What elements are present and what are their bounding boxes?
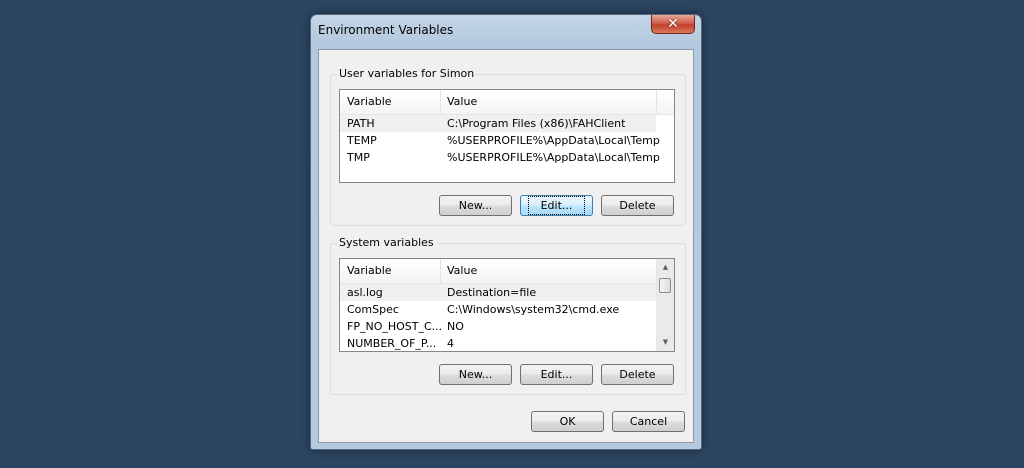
- cancel-button[interactable]: Cancel: [612, 411, 685, 432]
- column-header-variable[interactable]: Variable: [340, 90, 440, 114]
- table-row[interactable]: ComSpec C:\Windows\system32\cmd.exe: [340, 301, 674, 318]
- variable-cell: ComSpec: [347, 303, 399, 316]
- table-row[interactable]: TEMP %USERPROFILE%\AppData\Local\Temp: [340, 132, 674, 149]
- value-cell: Destination=file: [447, 286, 537, 299]
- system-new-button[interactable]: New...: [439, 364, 512, 385]
- user-variables-list[interactable]: Variable Value PATH C:\Program Files (x8…: [339, 89, 675, 183]
- user-delete-button[interactable]: Delete: [601, 195, 674, 216]
- variable-cell: TEMP: [347, 134, 377, 147]
- close-icon: ✕: [667, 16, 679, 32]
- system-delete-button[interactable]: Delete: [601, 364, 674, 385]
- button-label: Edit...: [527, 196, 586, 215]
- user-new-button[interactable]: New...: [439, 195, 512, 216]
- variable-cell: PATH: [347, 117, 375, 130]
- button-label: Edit...: [540, 368, 573, 381]
- user-variables-label: User variables for Simon: [337, 67, 477, 80]
- column-header-value[interactable]: Value: [440, 259, 656, 283]
- table-row[interactable]: TMP %USERPROFILE%\AppData\Local\Temp: [340, 149, 674, 166]
- system-variables-group: System variables Variable Value asl.log …: [330, 236, 686, 395]
- scroll-thumb[interactable]: [659, 278, 671, 293]
- value-cell: %USERPROFILE%\AppData\Local\Temp: [447, 151, 660, 164]
- value-cell: %USERPROFILE%\AppData\Local\Temp: [447, 134, 660, 147]
- value-cell: NO: [447, 320, 464, 333]
- window-title: Environment Variables: [318, 23, 454, 37]
- button-label: New...: [458, 368, 493, 381]
- button-label: OK: [559, 415, 576, 428]
- system-variables-list[interactable]: Variable Value asl.log Destination=file …: [339, 258, 675, 352]
- table-row[interactable]: PATH C:\Program Files (x86)\FAHClient: [340, 115, 656, 132]
- environment-variables-dialog: Environment Variables ✕ User variables f…: [310, 14, 702, 450]
- ok-button[interactable]: OK: [531, 411, 604, 432]
- button-label: Delete: [619, 368, 656, 381]
- column-separator: [656, 90, 657, 114]
- value-cell: 4: [447, 337, 454, 350]
- scroll-down-icon[interactable]: ▼: [657, 334, 674, 351]
- vertical-scrollbar[interactable]: ▲ ▼: [656, 259, 674, 351]
- user-edit-button[interactable]: Edit...: [520, 195, 593, 216]
- column-header-value[interactable]: Value: [440, 90, 656, 114]
- system-variables-label: System variables: [337, 236, 436, 249]
- value-cell: C:\Windows\system32\cmd.exe: [447, 303, 620, 316]
- user-variables-group: User variables for Simon Variable Value …: [330, 67, 686, 226]
- list-header: Variable Value: [340, 259, 658, 284]
- list-header: Variable Value: [340, 90, 674, 115]
- table-row[interactable]: asl.log Destination=file: [340, 284, 658, 301]
- variable-cell: NUMBER_OF_P...: [347, 337, 437, 350]
- table-row[interactable]: FP_NO_HOST_C... NO: [340, 318, 674, 335]
- column-header-variable[interactable]: Variable: [340, 259, 440, 283]
- button-label: New...: [458, 199, 493, 212]
- button-label: Delete: [619, 199, 656, 212]
- system-edit-button[interactable]: Edit...: [520, 364, 593, 385]
- dialog-body: User variables for Simon Variable Value …: [318, 49, 694, 443]
- variable-cell: FP_NO_HOST_C...: [347, 320, 443, 333]
- scroll-up-icon[interactable]: ▲: [657, 259, 674, 276]
- variable-cell: asl.log: [347, 286, 383, 299]
- table-row[interactable]: NUMBER_OF_P... 4: [340, 335, 674, 351]
- button-label: Cancel: [629, 415, 668, 428]
- variable-cell: TMP: [347, 151, 370, 164]
- close-button[interactable]: ✕: [651, 15, 695, 34]
- value-cell: C:\Program Files (x86)\FAHClient: [447, 117, 626, 130]
